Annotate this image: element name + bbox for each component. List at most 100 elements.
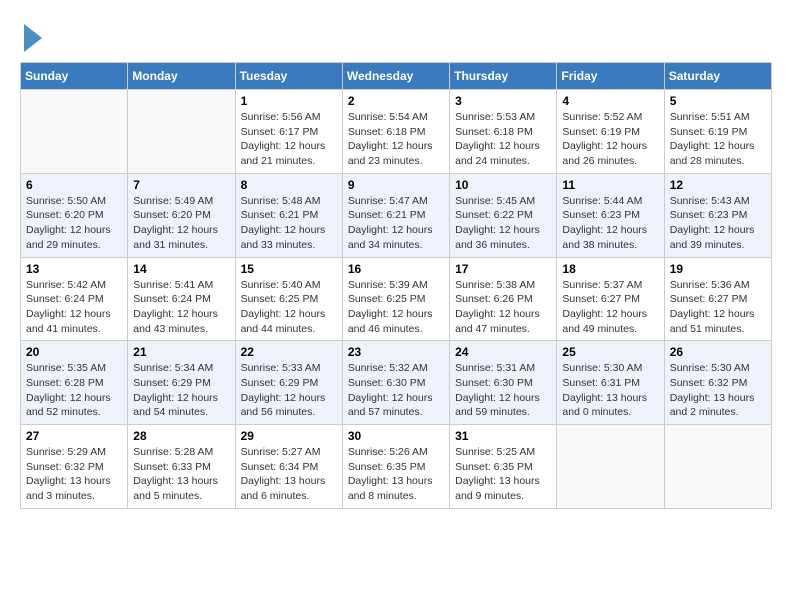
day-info: Sunrise: 5:44 AM Sunset: 6:23 PM Dayligh… xyxy=(562,194,658,253)
calendar-day-header: Sunday xyxy=(21,63,128,90)
calendar-cell: 16 Sunrise: 5:39 AM Sunset: 6:25 PM Dayli… xyxy=(342,257,449,341)
day-number: 14 xyxy=(133,262,229,276)
day-info: Sunrise: 5:27 AM Sunset: 6:34 PM Dayligh… xyxy=(241,445,337,504)
calendar-day-header: Friday xyxy=(557,63,664,90)
calendar-cell: 30 Sunrise: 5:26 AM Sunset: 6:35 PM Dayli… xyxy=(342,425,449,509)
calendar-cell: 15 Sunrise: 5:40 AM Sunset: 6:25 PM Dayli… xyxy=(235,257,342,341)
calendar-cell: 1Sunrise: 5:56 AM Sunset: 6:17 PM Daylig… xyxy=(235,90,342,174)
calendar-cell: 18 Sunrise: 5:37 AM Sunset: 6:27 PM Dayli… xyxy=(557,257,664,341)
day-info: Sunrise: 5:45 AM Sunset: 6:22 PM Dayligh… xyxy=(455,194,551,253)
day-number: 13 xyxy=(26,262,122,276)
day-info: Sunrise: 5:26 AM Sunset: 6:35 PM Dayligh… xyxy=(348,445,444,504)
day-number: 22 xyxy=(241,345,337,359)
day-info: Sunrise: 5:52 AM Sunset: 6:19 PM Dayligh… xyxy=(562,110,658,169)
day-number: 31 xyxy=(455,429,551,443)
calendar-cell: 9 Sunrise: 5:47 AM Sunset: 6:21 PM Daylig… xyxy=(342,173,449,257)
calendar-day-header: Tuesday xyxy=(235,63,342,90)
calendar-day-header: Monday xyxy=(128,63,235,90)
day-info: Sunrise: 5:39 AM Sunset: 6:25 PM Dayligh… xyxy=(348,278,444,337)
day-number: 15 xyxy=(241,262,337,276)
calendar-cell xyxy=(664,425,771,509)
day-number: 2 xyxy=(348,94,444,108)
calendar-cell: 20 Sunrise: 5:35 AM Sunset: 6:28 PM Dayli… xyxy=(21,341,128,425)
day-number: 10 xyxy=(455,178,551,192)
logo-arrow-icon xyxy=(24,24,42,52)
day-info: Sunrise: 5:37 AM Sunset: 6:27 PM Dayligh… xyxy=(562,278,658,337)
calendar-cell: 31 Sunrise: 5:25 AM Sunset: 6:35 PM Dayli… xyxy=(450,425,557,509)
day-number: 6 xyxy=(26,178,122,192)
calendar-day-header: Wednesday xyxy=(342,63,449,90)
day-info: Sunrise: 5:25 AM Sunset: 6:35 PM Dayligh… xyxy=(455,445,551,504)
calendar-cell: 25 Sunrise: 5:30 AM Sunset: 6:31 PM Dayli… xyxy=(557,341,664,425)
day-number: 9 xyxy=(348,178,444,192)
day-info: Sunrise: 5:53 AM Sunset: 6:18 PM Dayligh… xyxy=(455,110,551,169)
day-info: Sunrise: 5:31 AM Sunset: 6:30 PM Dayligh… xyxy=(455,361,551,420)
day-number: 19 xyxy=(670,262,766,276)
day-info: Sunrise: 5:32 AM Sunset: 6:30 PM Dayligh… xyxy=(348,361,444,420)
calendar-cell: 23 Sunrise: 5:32 AM Sunset: 6:30 PM Dayli… xyxy=(342,341,449,425)
day-number: 30 xyxy=(348,429,444,443)
day-info: Sunrise: 5:33 AM Sunset: 6:29 PM Dayligh… xyxy=(241,361,337,420)
day-info: Sunrise: 5:42 AM Sunset: 6:24 PM Dayligh… xyxy=(26,278,122,337)
calendar-cell: 4 Sunrise: 5:52 AM Sunset: 6:19 PM Daylig… xyxy=(557,90,664,174)
day-info: Sunrise: 5:43 AM Sunset: 6:23 PM Dayligh… xyxy=(670,194,766,253)
calendar-cell: 5 Sunrise: 5:51 AM Sunset: 6:19 PM Daylig… xyxy=(664,90,771,174)
day-number: 20 xyxy=(26,345,122,359)
day-number: 16 xyxy=(348,262,444,276)
day-number: 26 xyxy=(670,345,766,359)
calendar-cell: 6 Sunrise: 5:50 AM Sunset: 6:20 PM Daylig… xyxy=(21,173,128,257)
day-info: Sunrise: 5:51 AM Sunset: 6:19 PM Dayligh… xyxy=(670,110,766,169)
calendar-week-row: 1Sunrise: 5:56 AM Sunset: 6:17 PM Daylig… xyxy=(21,90,772,174)
calendar-day-header: Saturday xyxy=(664,63,771,90)
calendar-cell: 21 Sunrise: 5:34 AM Sunset: 6:29 PM Dayli… xyxy=(128,341,235,425)
day-number: 1 xyxy=(241,94,337,108)
calendar-cell: 8 Sunrise: 5:48 AM Sunset: 6:21 PM Daylig… xyxy=(235,173,342,257)
calendar-cell: 14 Sunrise: 5:41 AM Sunset: 6:24 PM Dayli… xyxy=(128,257,235,341)
calendar-week-row: 20 Sunrise: 5:35 AM Sunset: 6:28 PM Dayli… xyxy=(21,341,772,425)
day-info: Sunrise: 5:54 AM Sunset: 6:18 PM Dayligh… xyxy=(348,110,444,169)
day-number: 23 xyxy=(348,345,444,359)
day-number: 3 xyxy=(455,94,551,108)
calendar-cell: 17 Sunrise: 5:38 AM Sunset: 6:26 PM Dayli… xyxy=(450,257,557,341)
day-info: Sunrise: 5:35 AM Sunset: 6:28 PM Dayligh… xyxy=(26,361,122,420)
day-number: 25 xyxy=(562,345,658,359)
calendar-cell: 2 Sunrise: 5:54 AM Sunset: 6:18 PM Daylig… xyxy=(342,90,449,174)
calendar-cell: 10 Sunrise: 5:45 AM Sunset: 6:22 PM Dayli… xyxy=(450,173,557,257)
calendar-cell xyxy=(128,90,235,174)
calendar-cell: 19 Sunrise: 5:36 AM Sunset: 6:27 PM Dayli… xyxy=(664,257,771,341)
day-number: 18 xyxy=(562,262,658,276)
day-info: Sunrise: 5:34 AM Sunset: 6:29 PM Dayligh… xyxy=(133,361,229,420)
day-number: 29 xyxy=(241,429,337,443)
calendar-cell xyxy=(21,90,128,174)
day-info: Sunrise: 5:30 AM Sunset: 6:31 PM Dayligh… xyxy=(562,361,658,420)
calendar-cell: 7Sunrise: 5:49 AM Sunset: 6:20 PM Daylig… xyxy=(128,173,235,257)
day-number: 4 xyxy=(562,94,658,108)
day-info: Sunrise: 5:47 AM Sunset: 6:21 PM Dayligh… xyxy=(348,194,444,253)
calendar-cell xyxy=(557,425,664,509)
day-number: 27 xyxy=(26,429,122,443)
day-number: 21 xyxy=(133,345,229,359)
logo xyxy=(20,20,42,52)
day-info: Sunrise: 5:30 AM Sunset: 6:32 PM Dayligh… xyxy=(670,361,766,420)
day-info: Sunrise: 5:48 AM Sunset: 6:21 PM Dayligh… xyxy=(241,194,337,253)
calendar-week-row: 6 Sunrise: 5:50 AM Sunset: 6:20 PM Daylig… xyxy=(21,173,772,257)
day-info: Sunrise: 5:50 AM Sunset: 6:20 PM Dayligh… xyxy=(26,194,122,253)
day-number: 12 xyxy=(670,178,766,192)
day-number: 11 xyxy=(562,178,658,192)
day-info: Sunrise: 5:41 AM Sunset: 6:24 PM Dayligh… xyxy=(133,278,229,337)
day-number: 17 xyxy=(455,262,551,276)
day-info: Sunrise: 5:40 AM Sunset: 6:25 PM Dayligh… xyxy=(241,278,337,337)
calendar-cell: 27Sunrise: 5:29 AM Sunset: 6:32 PM Dayli… xyxy=(21,425,128,509)
calendar-cell: 24 Sunrise: 5:31 AM Sunset: 6:30 PM Dayli… xyxy=(450,341,557,425)
calendar-cell: 12 Sunrise: 5:43 AM Sunset: 6:23 PM Dayli… xyxy=(664,173,771,257)
day-number: 24 xyxy=(455,345,551,359)
calendar-cell: 3 Sunrise: 5:53 AM Sunset: 6:18 PM Daylig… xyxy=(450,90,557,174)
calendar-day-header: Thursday xyxy=(450,63,557,90)
day-number: 8 xyxy=(241,178,337,192)
day-number: 28 xyxy=(133,429,229,443)
day-info: Sunrise: 5:36 AM Sunset: 6:27 PM Dayligh… xyxy=(670,278,766,337)
page-header xyxy=(20,20,772,52)
day-number: 5 xyxy=(670,94,766,108)
day-info: Sunrise: 5:38 AM Sunset: 6:26 PM Dayligh… xyxy=(455,278,551,337)
calendar-header-row: SundayMondayTuesdayWednesdayThursdayFrid… xyxy=(21,63,772,90)
